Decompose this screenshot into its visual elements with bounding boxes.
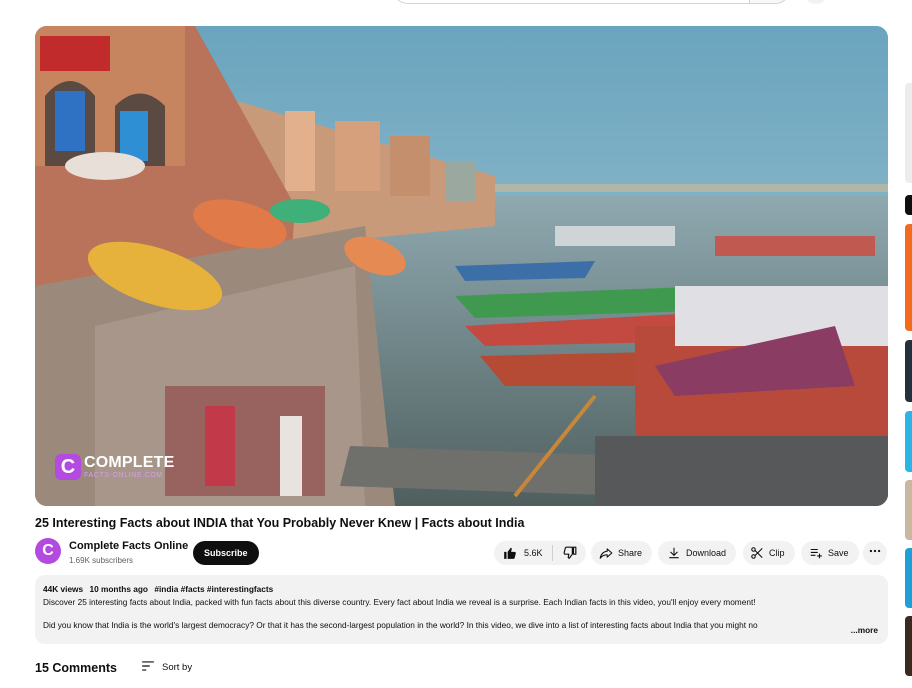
sidebar-thumbnail[interactable] (905, 411, 912, 472)
playlist-add-icon (809, 546, 823, 560)
description-line-1: Discover 25 interesting facts about Indi… (43, 597, 756, 607)
share-label: Share (618, 548, 643, 558)
search-button[interactable] (749, 0, 791, 4)
comments-count: 15 Comments (35, 661, 117, 675)
download-button[interactable]: Download (658, 541, 736, 565)
watermark-subtext: FACTS-ONLINE.COM (84, 472, 163, 479)
sidebar-thumbnail[interactable] (905, 83, 912, 183)
search-input[interactable] (392, 0, 750, 4)
sidebar-thumbnail[interactable] (905, 548, 912, 608)
voice-search-button[interactable] (804, 0, 828, 4)
sort-icon (141, 660, 155, 675)
clip-button[interactable]: Clip (743, 541, 795, 565)
download-label: Download (686, 548, 727, 558)
clip-label: Clip (769, 548, 785, 558)
dislike-button[interactable] (553, 541, 586, 565)
sidebar-thumbnail[interactable] (905, 616, 912, 676)
sort-by-button[interactable]: Sort by (141, 660, 192, 675)
scissors-icon (750, 546, 764, 560)
sort-by-label: Sort by (162, 662, 193, 673)
description-meta: 44K views 10 months ago #india #facts #i… (43, 584, 880, 594)
more-horizontal-icon (868, 544, 882, 563)
thumbs-up-icon (503, 546, 517, 560)
sidebar-thumbnail[interactable] (905, 195, 912, 215)
like-count: 5.6K (524, 548, 543, 558)
sidebar-thumbnail[interactable] (905, 224, 912, 331)
channel-name[interactable]: Complete Facts Online (69, 540, 188, 552)
hashtags[interactable]: #india #facts #interestingfacts (154, 584, 273, 594)
more-actions-button[interactable] (863, 541, 887, 565)
watermark-logo: C (55, 454, 81, 480)
subscriber-count: 1.69K subscribers (69, 556, 134, 565)
video-frame (35, 26, 888, 506)
video-title: 25 Interesting Facts about INDIA that Yo… (35, 516, 525, 530)
description-box[interactable]: 44K views 10 months ago #india #facts #i… (35, 575, 888, 644)
video-player[interactable]: C COMPLETE FACTS-ONLINE.COM (35, 26, 888, 506)
save-button[interactable]: Save (801, 541, 859, 565)
download-icon (667, 546, 681, 560)
upload-age: 10 months ago (89, 584, 149, 594)
view-count: 44K views (43, 584, 84, 594)
description-line-2: Did you know that India is the world's l… (43, 620, 758, 630)
channel-watermark: C COMPLETE FACTS-ONLINE.COM (55, 454, 175, 480)
sidebar-thumbnail[interactable] (905, 480, 912, 540)
top-bar (0, 0, 912, 10)
save-label: Save (828, 548, 849, 558)
channel-avatar[interactable]: C (35, 538, 61, 564)
thumbs-down-icon (563, 546, 577, 560)
description-more-link[interactable]: ...more (851, 625, 878, 635)
like-dislike-group: 5.6K (494, 541, 586, 565)
share-icon (599, 546, 613, 560)
sidebar-thumbnail[interactable] (905, 340, 912, 402)
like-button[interactable]: 5.6K (494, 541, 552, 565)
subscribe-button[interactable]: Subscribe (193, 541, 259, 565)
share-button[interactable]: Share (591, 541, 652, 565)
watermark-text: COMPLETE (84, 454, 175, 471)
